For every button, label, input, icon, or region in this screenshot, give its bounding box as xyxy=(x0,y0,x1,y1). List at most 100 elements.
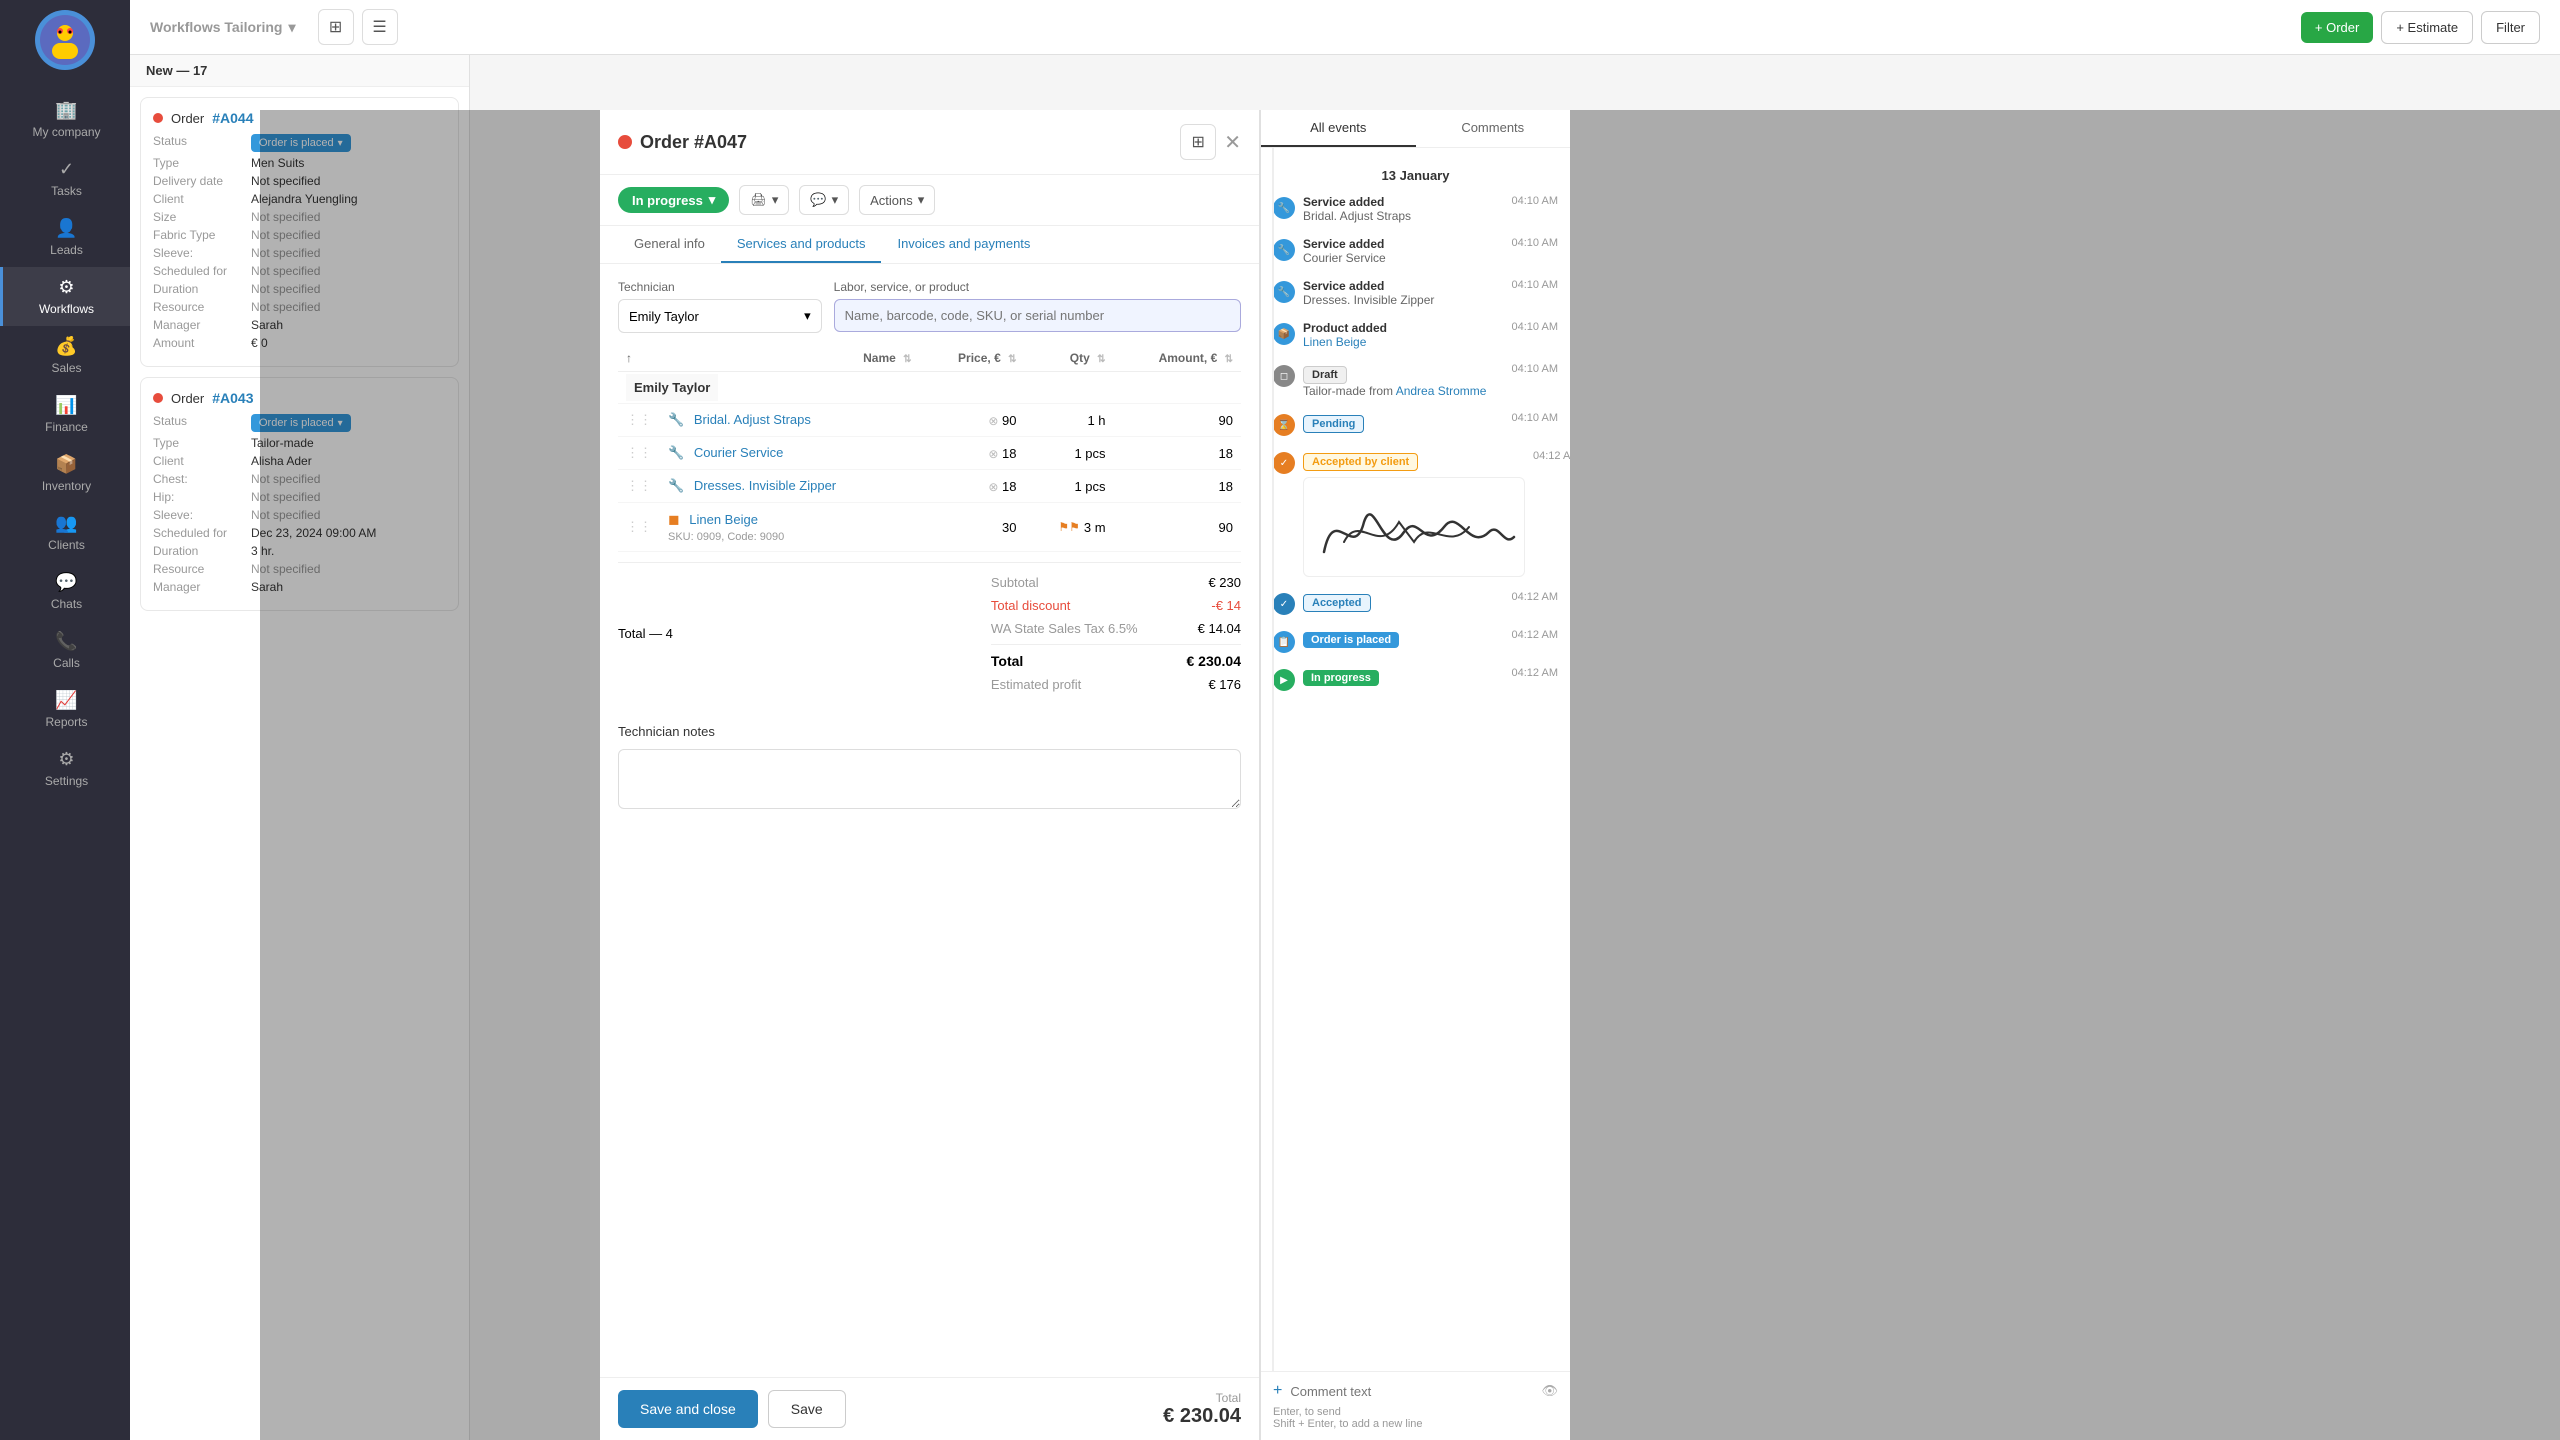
drag-handle-icon[interactable]: ⋮⋮ xyxy=(626,519,652,534)
table-row: ⋮⋮ ◼ Linen Beige SKU: 0909, Code: 9090 3… xyxy=(618,503,1241,552)
total-row-discount: Total discount -€ 14 xyxy=(991,594,1241,617)
activity-content: Draft Tailor-made from Andrea Stromme xyxy=(1303,363,1504,398)
filter-btn[interactable]: Filter xyxy=(2481,11,2540,44)
grid-view-btn[interactable]: ⊞ xyxy=(1180,124,1216,160)
sidebar-item-finance[interactable]: 📊 Finance xyxy=(0,385,130,444)
group-icon: ⚑⚑ xyxy=(1058,520,1080,534)
chevron-down-icon: ▾ xyxy=(832,192,839,208)
order-id[interactable]: #A043 xyxy=(212,390,253,406)
service-link[interactable]: Dresses. Invisible Zipper xyxy=(694,478,836,493)
my-company-icon: 🏢 xyxy=(55,100,77,121)
th-name[interactable]: Name ⇅ xyxy=(660,345,920,372)
status-text: In progress xyxy=(632,193,703,208)
in-progress-icon: ▶ xyxy=(1273,669,1295,691)
sort-icon[interactable]: ⇅ xyxy=(1097,354,1105,365)
sidebar-item-label: Leads xyxy=(50,243,83,257)
print-icon: 🖨 xyxy=(750,192,767,208)
activity-body: 13 January 🔧 Service added Bridal. Adjus… xyxy=(1261,148,1570,1371)
drag-handle-icon[interactable]: ⋮⋮ xyxy=(626,445,652,460)
td-drag: ⋮⋮ xyxy=(618,437,660,470)
th-qty[interactable]: Qty ⇅ xyxy=(1024,345,1113,372)
dropdown-arrow-icon[interactable]: ▾ xyxy=(289,19,296,36)
service-added-icon: 🔧 xyxy=(1273,281,1295,303)
activity-subtitle: Dresses. Invisible Zipper xyxy=(1303,293,1504,307)
activity-content: Accepted xyxy=(1303,591,1504,615)
comment-input[interactable] xyxy=(1290,1384,1533,1399)
add-comment-icon[interactable]: + xyxy=(1273,1382,1282,1400)
message-btn[interactable]: 💬 ▾ xyxy=(799,185,849,215)
tab-comments[interactable]: Comments xyxy=(1416,110,1571,147)
edit-price-icon[interactable]: ⊗ xyxy=(988,414,998,428)
sidebar-item-calls[interactable]: 📞 Calls xyxy=(0,621,130,680)
inventory-icon: 📦 xyxy=(55,454,77,475)
sidebar-item-workflows[interactable]: ⚙ Workflows xyxy=(0,267,130,326)
status-badge-accepted: Accepted xyxy=(1303,594,1371,612)
tab-all-events[interactable]: All events xyxy=(1261,110,1416,147)
edit-price-icon[interactable]: ⊗ xyxy=(988,480,998,494)
activity-time: 04:12 AM xyxy=(1533,450,1570,577)
add-order-btn[interactable]: + Order xyxy=(2301,12,2373,43)
save-and-close-btn[interactable]: Save and close xyxy=(618,1390,758,1428)
status-badge-draft: Draft xyxy=(1303,366,1347,384)
footer-total-value: € 230.04 xyxy=(1163,1405,1241,1428)
list-view-btn[interactable]: ☰ xyxy=(362,9,398,45)
save-btn[interactable]: Save xyxy=(768,1390,846,1428)
sort-icon[interactable]: ⇅ xyxy=(1008,354,1016,365)
tab-invoices-payments[interactable]: Invoices and payments xyxy=(881,226,1046,263)
modal-title-dot xyxy=(618,135,632,149)
th-price[interactable]: Price, € ⇅ xyxy=(920,345,1025,372)
td-drag: ⋮⋮ xyxy=(618,470,660,503)
chevron-down-icon: ▾ xyxy=(804,308,811,324)
status-pill[interactable]: In progress ▾ xyxy=(618,187,729,213)
sidebar-item-label: Tasks xyxy=(51,184,82,198)
order-status-dot xyxy=(153,113,163,123)
sidebar-item-leads[interactable]: 👤 Leads xyxy=(0,208,130,267)
print-btn[interactable]: 🖨 ▾ xyxy=(739,185,789,215)
sidebar-item-clients[interactable]: 👥 Clients xyxy=(0,503,130,562)
sort-icon[interactable]: ⇅ xyxy=(1225,354,1233,365)
visibility-icon[interactable]: 👁 xyxy=(1541,1383,1558,1399)
up-arrow-icon: ↑ xyxy=(626,351,632,365)
service-link[interactable]: Bridal. Adjust Straps xyxy=(694,412,811,427)
technician-group-label: Emily Taylor xyxy=(626,374,718,401)
service-added-icon: 🔧 xyxy=(1273,239,1295,261)
sidebar-item-chats[interactable]: 💬 Chats xyxy=(0,562,130,621)
technician-select[interactable]: Emily Taylor ▾ xyxy=(618,299,822,333)
td-price: 30 xyxy=(920,503,1025,552)
tab-general-info[interactable]: General info xyxy=(618,226,721,263)
edit-price-icon[interactable]: ⊗ xyxy=(988,447,998,461)
sidebar-item-inventory[interactable]: 📦 Inventory xyxy=(0,444,130,503)
add-estimate-btn[interactable]: + Estimate xyxy=(2381,11,2473,44)
author-link[interactable]: Andrea Stromme xyxy=(1396,384,1487,398)
sidebar-item-sales[interactable]: 💰 Sales xyxy=(0,326,130,385)
product-link[interactable]: Linen Beige xyxy=(689,512,758,527)
actions-btn[interactable]: Actions ▾ xyxy=(859,185,935,215)
sidebar-item-my-company[interactable]: 🏢 My company xyxy=(0,90,130,149)
modal-close-btn[interactable]: ✕ xyxy=(1224,130,1241,155)
modal-header: Order #A047 ⊞ ✕ xyxy=(600,110,1259,175)
activity-content: Service added Courier Service xyxy=(1303,237,1504,265)
activity-panel: All events Comments 13 January 🔧 Servic xyxy=(1260,110,1570,1440)
barcode-view-btn[interactable]: ⊞ xyxy=(318,9,354,45)
tab-services-products[interactable]: Services and products xyxy=(721,226,882,263)
service-link[interactable]: Courier Service xyxy=(694,445,784,460)
sort-icon[interactable]: ⇅ xyxy=(903,354,911,365)
activity-item: 📦 Product added Linen Beige 04:10 AM xyxy=(1273,321,1558,349)
table-row: ⋮⋮ 🔧 Dresses. Invisible Zipper ⊗ 18 1 pc… xyxy=(618,470,1241,503)
activity-item: ⌛ Pending 04:10 AM xyxy=(1273,412,1558,436)
sidebar-item-settings[interactable]: ⚙ Settings xyxy=(0,739,130,798)
avatar[interactable] xyxy=(35,10,95,70)
order-id[interactable]: #A044 xyxy=(212,110,253,126)
sidebar-item-reports[interactable]: 📈 Reports xyxy=(0,680,130,739)
th-amount[interactable]: Amount, € ⇅ xyxy=(1114,345,1241,372)
total-count: Total — 4 xyxy=(618,626,673,641)
technician-notes-input[interactable] xyxy=(618,749,1241,809)
sidebar-item-label: Calls xyxy=(53,656,80,670)
drag-handle-icon[interactable]: ⋮⋮ xyxy=(626,478,652,493)
totals-section: Total — 4 Subtotal € 230 Total discount … xyxy=(618,552,1241,714)
product-link[interactable]: Linen Beige xyxy=(1303,335,1366,349)
labor-input[interactable] xyxy=(834,299,1241,332)
sidebar-item-label: Settings xyxy=(45,774,88,788)
drag-handle-icon[interactable]: ⋮⋮ xyxy=(626,412,652,427)
sidebar-item-tasks[interactable]: ✓ Tasks xyxy=(0,149,130,208)
